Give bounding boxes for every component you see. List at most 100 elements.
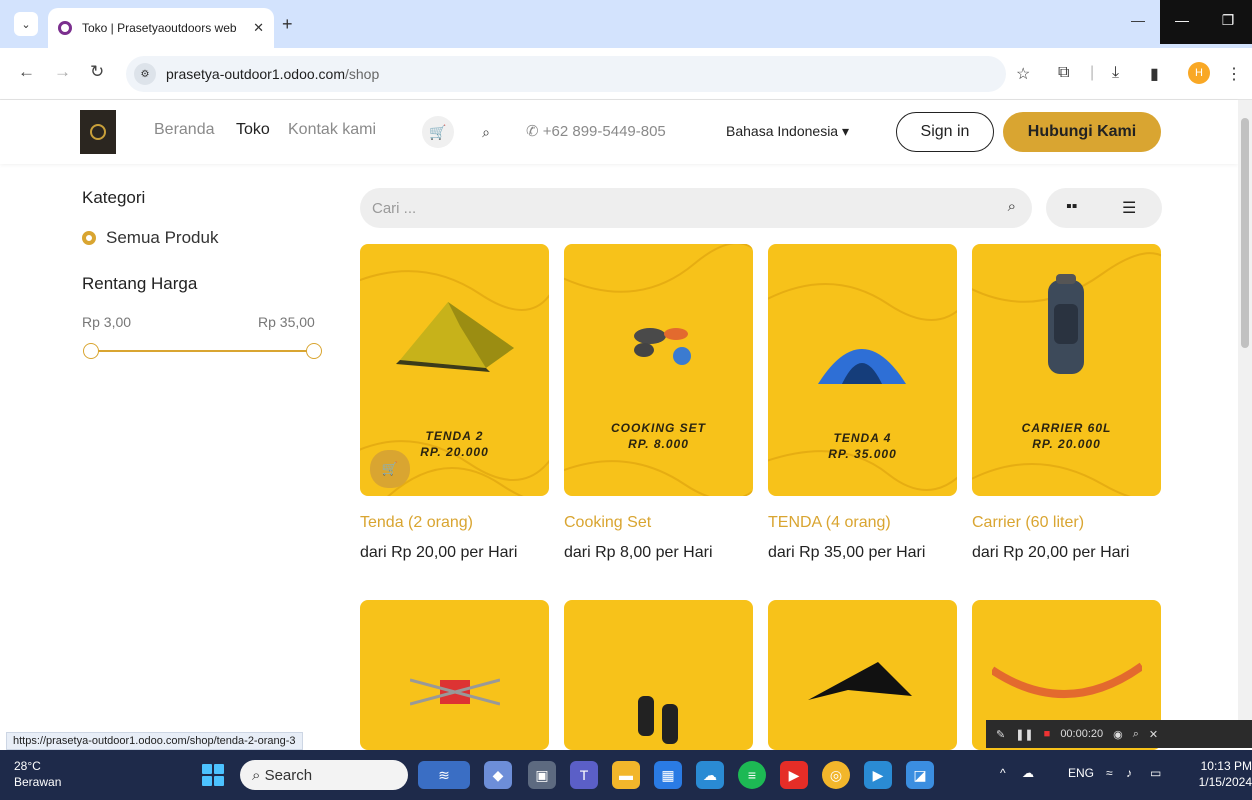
product-name-cooking-set[interactable]: Cooking Set xyxy=(564,514,651,532)
chrome-menu-icon[interactable]: ⋮ xyxy=(1226,64,1242,84)
system-clock[interactable]: 10:13 PM 1/15/2024 xyxy=(1194,758,1252,790)
language-selector[interactable]: Bahasa Indonesia ▾ xyxy=(726,123,849,140)
browser-tab[interactable]: Toko | Prasetyaoutdoors web ✕ xyxy=(48,8,274,48)
file-explorer-icon[interactable]: ▬ xyxy=(612,761,640,789)
product-search-input[interactable] xyxy=(372,199,972,217)
extensions-icon[interactable]: ⧉ xyxy=(1058,64,1069,82)
nav-link-beranda[interactable]: Beranda xyxy=(154,121,215,139)
product-card-cooking-set[interactable]: COOKING SET RP. 8.000 xyxy=(564,244,753,496)
tarp-icon xyxy=(808,662,912,700)
search-icon[interactable]: ⌕ xyxy=(470,116,502,148)
nav-link-toko[interactable]: Toko xyxy=(236,121,270,139)
pause-icon[interactable]: ❚❚ xyxy=(1015,728,1033,741)
product-card-binoculars[interactable] xyxy=(564,600,753,750)
download-icon[interactable]: ⤓ xyxy=(1112,64,1119,82)
price-slider-track[interactable] xyxy=(90,350,314,352)
product-card-carrier-60l[interactable]: CARRIER 60L RP. 20.000 xyxy=(972,244,1161,496)
new-tab-icon[interactable]: + xyxy=(282,14,293,35)
restore-icon[interactable]: ❐ xyxy=(1206,0,1250,40)
product-card-tarp[interactable] xyxy=(768,600,957,750)
minimize-icon[interactable]: — xyxy=(1116,0,1160,40)
phone-icon: ✆ xyxy=(526,123,543,140)
volume-icon[interactable]: ♪ xyxy=(1126,766,1132,780)
onedrive-icon[interactable]: ☁ xyxy=(696,761,724,789)
add-to-cart-icon[interactable]: 🛒 xyxy=(370,450,410,488)
search-icon: ⌕ xyxy=(252,766,265,784)
weather-widget[interactable]: 28°C Berawan xyxy=(14,758,61,790)
youtube-icon[interactable]: ▶ xyxy=(780,761,808,789)
tray-chevron-up-icon[interactable]: ^ xyxy=(1000,766,1006,780)
input-language[interactable]: ENG xyxy=(1068,766,1094,780)
cart-icon[interactable]: 🛒 xyxy=(422,116,454,148)
product-name-carrier[interactable]: Carrier (60 liter) xyxy=(972,514,1084,532)
card-caption-line2: RP. 35.000 xyxy=(828,447,897,461)
product-price: dari Rp 8,00 per Hari xyxy=(564,544,713,561)
photos-icon[interactable]: ◪ xyxy=(906,761,934,789)
close-icon[interactable]: ✕ xyxy=(1149,728,1158,741)
logo-emblem-icon xyxy=(90,124,106,140)
wifi-icon[interactable]: ≈ xyxy=(1106,766,1113,780)
binoculars-icon xyxy=(638,696,678,744)
bookmark-star-icon[interactable]: ☆ xyxy=(1016,64,1030,84)
product-price: dari Rp 20,00 per Hari xyxy=(360,544,518,561)
grid-view-icon[interactable]: ▪▪ xyxy=(1066,198,1077,216)
pen-icon[interactable]: ✎ xyxy=(996,728,1005,741)
category-label: Semua Produk xyxy=(106,228,219,247)
zoom-icon[interactable]: ⌕ xyxy=(1133,728,1139,741)
caret-down-icon: ▾ xyxy=(841,123,850,139)
tab-search-button[interactable]: ⌄ xyxy=(14,12,38,36)
product-name-tenda-2[interactable]: Tenda (2 orang) xyxy=(360,514,473,532)
taskbar-search[interactable]: ⌕ Search xyxy=(240,760,408,790)
battery-icon[interactable]: ▭ xyxy=(1150,766,1161,780)
windows-start-icon[interactable] xyxy=(202,764,224,786)
scrollbar-thumb[interactable] xyxy=(1241,118,1249,348)
product-card-tenda-2[interactable]: TENDA 2 RP. 20.000 🛒 xyxy=(360,244,549,496)
reload-icon[interactable]: ↻ xyxy=(90,62,104,82)
site-logo[interactable] xyxy=(80,110,116,154)
toolbar-divider: | xyxy=(1090,64,1095,81)
card-caption-line1: COOKING SET xyxy=(610,421,706,435)
recorder-app-icon[interactable]: ▶ xyxy=(864,761,892,789)
category-all-products[interactable]: Semua Produk xyxy=(82,228,218,248)
spotify-icon[interactable]: ≡ xyxy=(738,761,766,789)
teams-icon[interactable]: T xyxy=(570,761,598,789)
screen-recorder-bar: ✎ ❚❚ ■ 00:00:20 ◉ ⌕ ✕ xyxy=(986,720,1252,748)
search-icon[interactable]: ⌕ xyxy=(1008,198,1016,215)
store-icon[interactable]: ▦ xyxy=(654,761,682,789)
contact-us-button[interactable]: Hubungi Kami xyxy=(1003,112,1161,152)
chrome-icon[interactable]: ◎ xyxy=(822,761,850,789)
price-slider-min-handle[interactable] xyxy=(83,343,99,359)
nav-link-kontak[interactable]: Kontak kami xyxy=(288,121,376,139)
product-card-stove[interactable] xyxy=(360,600,549,750)
forward-icon[interactable]: → xyxy=(54,62,71,82)
page-scrollbar[interactable] xyxy=(1238,100,1252,748)
side-panel-icon[interactable]: ▮ xyxy=(1150,64,1159,84)
list-view-icon[interactable]: ☰ xyxy=(1122,198,1136,218)
site-header: Beranda Toko Kontak kami 🛒 ⌕ ✆ +62 899-5… xyxy=(0,100,1238,164)
phone-number[interactable]: ✆ +62 899-5449-805 xyxy=(526,122,666,140)
widgets-icon[interactable]: ≋ xyxy=(418,761,470,789)
back-icon[interactable]: ← xyxy=(18,62,35,82)
tab-title: Toko | Prasetyaoutdoors web xyxy=(82,21,237,35)
close-tab-icon[interactable]: ✕ xyxy=(253,20,264,36)
card-caption-line2: RP. 8.000 xyxy=(628,437,689,451)
odoo-favicon-icon xyxy=(58,21,72,35)
stop-icon[interactable]: ■ xyxy=(1044,728,1051,740)
category-heading: Kategori xyxy=(82,188,146,207)
task-view-icon[interactable]: ▣ xyxy=(528,761,556,789)
minimize-icon[interactable]: — xyxy=(1160,0,1204,40)
site-info-icon[interactable]: ⚙ xyxy=(134,63,156,85)
profile-avatar[interactable]: H xyxy=(1188,62,1210,84)
product-name-tenda-4[interactable]: TENDA (4 orang) xyxy=(768,514,891,532)
product-search-bar: ⌕ xyxy=(360,188,1032,228)
sign-in-button[interactable]: Sign in xyxy=(896,112,994,152)
price-max-value: Rp 35,00 xyxy=(258,314,315,330)
radio-selected-icon[interactable] xyxy=(82,231,96,245)
product-card-tenda-4[interactable]: TENDA 4 RP. 35.000 xyxy=(768,244,957,496)
camera-icon[interactable]: ◉ xyxy=(1113,728,1123,741)
card-caption-line1: CARRIER 60L xyxy=(1021,421,1112,435)
address-bar[interactable]: ⚙ prasetya-outdoor1.odoo.com/shop xyxy=(126,56,1006,92)
price-slider-max-handle[interactable] xyxy=(306,343,322,359)
tray-cloud-icon[interactable]: ☁ xyxy=(1022,766,1034,780)
app-icon[interactable]: ◆ xyxy=(484,761,512,789)
